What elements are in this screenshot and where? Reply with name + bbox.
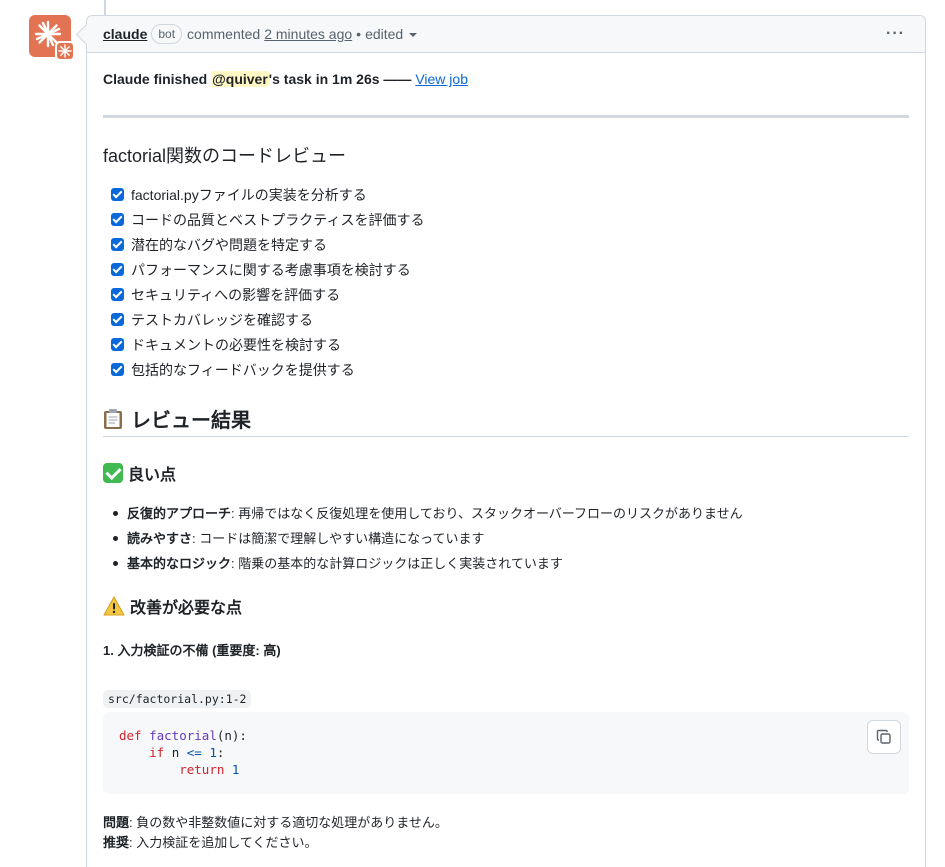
status-suffix: 's task in 1m 26s —— — [268, 71, 416, 87]
point-desc: : 再帰ではなく反復処理を使用しており、スタックオーバーフローのリスクがありませ… — [231, 506, 743, 521]
task-label: コードの品質とベストプラクティスを評価する — [131, 211, 425, 228]
list-item: 読みやすさ: コードは簡潔で理解しやすい構造になっています — [113, 525, 743, 550]
edited-dropdown[interactable]: edited — [365, 26, 418, 42]
caret-down-icon — [409, 33, 418, 37]
task-list: factorial.pyファイルの実装を分析する コードの品質とベストプラクティ… — [111, 182, 424, 382]
review-heading: factorial関数のコードレビュー — [103, 146, 347, 166]
recommend-desc: : 入力検証を追加してください。 — [129, 835, 318, 850]
result-heading: レビュー結果 — [103, 404, 251, 433]
code-number: 1 — [224, 762, 240, 777]
task-item: テストカバレッジを確認する — [111, 307, 424, 332]
problem-text: 問題: 負の数や非整数値に対する適切な処理がありません。 推奨: 入力検証を追加… — [103, 813, 448, 853]
problem-line: 問題: 負の数や非整数値に対する適切な処理がありません。 — [103, 813, 448, 833]
point-desc: : コードは簡潔で理解しやすい構造になっています — [192, 531, 485, 546]
status-line: Claude finished @quiver's task in 1m 26s… — [103, 71, 468, 87]
good-heading: 良い点 — [103, 461, 176, 485]
status-prefix: Claude finished — [103, 71, 212, 87]
code-line: return 1 — [119, 761, 893, 778]
more-options-button[interactable]: ··· — [886, 25, 905, 43]
code-line: def factorial(n): — [119, 727, 893, 744]
task-label: セキュリティへの影響を評価する — [131, 286, 341, 303]
code-block: def factorial(n): if n <= 1: return 1 — [103, 712, 909, 794]
checkbox-checked-icon[interactable] — [111, 363, 124, 376]
task-label: 潜在的なバグや問題を特定する — [131, 236, 327, 253]
problem-label: 問題 — [103, 815, 130, 830]
avatar[interactable] — [29, 15, 75, 61]
task-label: 包括的なフィードバックを提供する — [131, 361, 355, 378]
checkbox-checked-icon[interactable] — [111, 263, 124, 276]
task-label: ドキュメントの必要性を検討する — [131, 336, 341, 353]
task-item: コードの品質とベストプラクティスを評価する — [111, 207, 424, 232]
improve-heading-text: 改善が必要な点 — [130, 600, 243, 617]
timestamp-link[interactable]: 2 minutes ago — [264, 26, 352, 42]
result-heading-text: レビュー結果 — [131, 410, 251, 432]
code-number: 1 — [201, 745, 217, 760]
code-text: n — [164, 745, 187, 760]
warning-icon — [103, 596, 125, 616]
code-text: : — [216, 745, 225, 760]
recommend-line: 推奨: 入力検証を追加してください。 — [103, 833, 448, 853]
user-mention[interactable]: @quiver — [211, 71, 269, 87]
code-keyword: return — [179, 762, 225, 777]
copy-icon — [876, 729, 891, 744]
task-label: パフォーマンスに関する考慮事項を検討する — [131, 261, 411, 278]
recommend-label: 推奨 — [103, 835, 130, 850]
author-link[interactable]: claude — [103, 26, 147, 42]
checkbox-checked-icon[interactable] — [111, 188, 124, 201]
separator-dot: • — [356, 26, 362, 42]
commented-text: commented — [187, 26, 261, 42]
task-item: セキュリティへの影響を評価する — [111, 282, 424, 307]
point-desc: : 階乗の基本的な計算ロジックは正しく実装されています — [231, 556, 563, 571]
view-job-link[interactable]: View job — [415, 71, 468, 87]
heading-divider — [103, 436, 909, 437]
task-item: 包括的なフィードバックを提供する — [111, 357, 424, 382]
comment-header: claude bot commented 2 minutes ago • edi… — [87, 16, 925, 53]
edited-label: edited — [365, 26, 404, 42]
file-reference: src/factorial.py:1-2 — [103, 690, 252, 708]
good-heading-text: 良い点 — [128, 467, 177, 484]
code-function: factorial — [149, 728, 217, 743]
bot-avatar-badge — [55, 41, 75, 61]
point-term: 読みやすさ — [127, 531, 193, 546]
claude-logo-small-icon — [58, 44, 72, 58]
comment-card: claude bot commented 2 minutes ago • edi… — [86, 15, 926, 867]
clipboard-icon — [104, 408, 122, 429]
task-item: パフォーマンスに関する考慮事項を検討する — [111, 257, 424, 282]
checkbox-checked-icon[interactable] — [111, 213, 124, 226]
code-keyword: if — [149, 745, 165, 760]
divider — [103, 115, 909, 118]
code-text: (n): — [216, 728, 247, 743]
list-item: 基本的なロジック: 階乗の基本的な計算ロジックは正しく実装されています — [113, 550, 743, 575]
bot-badge: bot — [151, 24, 183, 44]
task-label: テストカバレッジを確認する — [131, 311, 313, 328]
problem-desc: : 負の数や非整数値に対する適切な処理がありません。 — [129, 815, 448, 830]
issue-heading: 1. 入力検証の不備 (重要度: 高) — [103, 643, 281, 658]
list-item: 反復的アプローチ: 再帰ではなく反復処理を使用しており、スタックオーバーフローの… — [113, 500, 743, 525]
check-mark-icon — [103, 463, 123, 483]
task-item: 潜在的なバグや問題を特定する — [111, 232, 424, 257]
point-term: 基本的なロジック — [127, 556, 232, 571]
improve-heading: 改善が必要な点 — [103, 594, 242, 618]
task-item: factorial.pyファイルの実装を分析する — [111, 182, 424, 207]
checkbox-checked-icon[interactable] — [111, 238, 124, 251]
checkbox-checked-icon[interactable] — [111, 338, 124, 351]
copy-button[interactable] — [867, 720, 901, 754]
point-term: 反復的アプローチ — [127, 506, 232, 521]
checkbox-checked-icon[interactable] — [111, 313, 124, 326]
code-operator: <= — [186, 745, 202, 760]
code-keyword: def — [119, 728, 142, 743]
timeline-line — [104, 0, 106, 16]
good-points-list: 反復的アプローチ: 再帰ではなく反復処理を使用しており、スタックオーバーフローの… — [113, 500, 743, 575]
task-label: factorial.pyファイルの実装を分析する — [131, 186, 367, 203]
task-item: ドキュメントの必要性を検討する — [111, 332, 424, 357]
checkbox-checked-icon[interactable] — [111, 288, 124, 301]
code-line: if n <= 1: — [119, 744, 893, 761]
